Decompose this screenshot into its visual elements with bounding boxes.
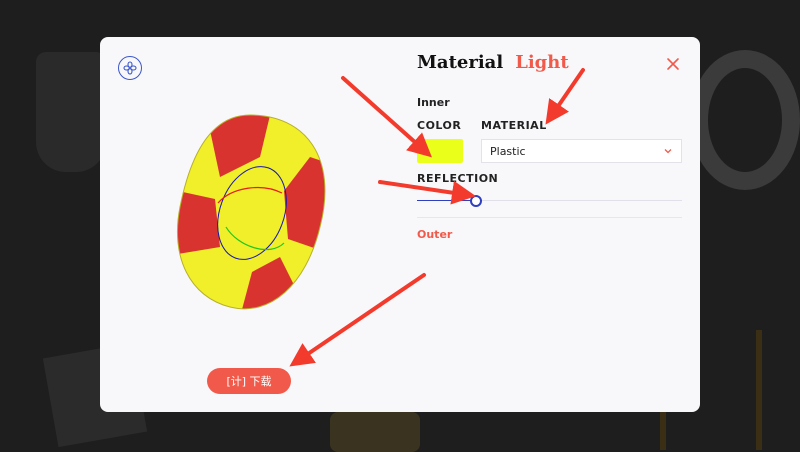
color-label: COLOR (417, 119, 462, 132)
title-accent-text: Light (515, 52, 569, 73)
model-preview-lifebuoy[interactable] (160, 107, 340, 317)
background-lamp (36, 52, 106, 172)
material-modal: Material Light Inner COLOR MATERIAL Plas… (100, 37, 700, 412)
material-select-value: Plastic (490, 144, 526, 158)
reflection-label: REFLECTION (417, 172, 499, 185)
material-select[interactable]: Plastic (481, 139, 682, 163)
reflection-slider[interactable] (417, 194, 682, 208)
chevron-down-icon (664, 149, 672, 154)
modal-title: Material Light (417, 52, 569, 73)
section-outer-label[interactable]: Outer (417, 228, 452, 241)
section-inner-label[interactable]: Inner (417, 96, 450, 109)
background-lifebuoy (690, 50, 800, 190)
propeller-icon (123, 61, 137, 75)
title-text: Material (417, 52, 504, 73)
material-label: MATERIAL (481, 119, 547, 132)
slider-thumb[interactable] (470, 195, 482, 207)
divider (417, 217, 682, 218)
color-swatch[interactable] (417, 139, 463, 163)
close-icon[interactable] (664, 55, 682, 73)
rotate-tool-icon[interactable] (118, 56, 142, 80)
background-object (330, 412, 420, 452)
download-button[interactable]: [计] 下载 (207, 368, 291, 394)
slider-fill (417, 200, 475, 201)
